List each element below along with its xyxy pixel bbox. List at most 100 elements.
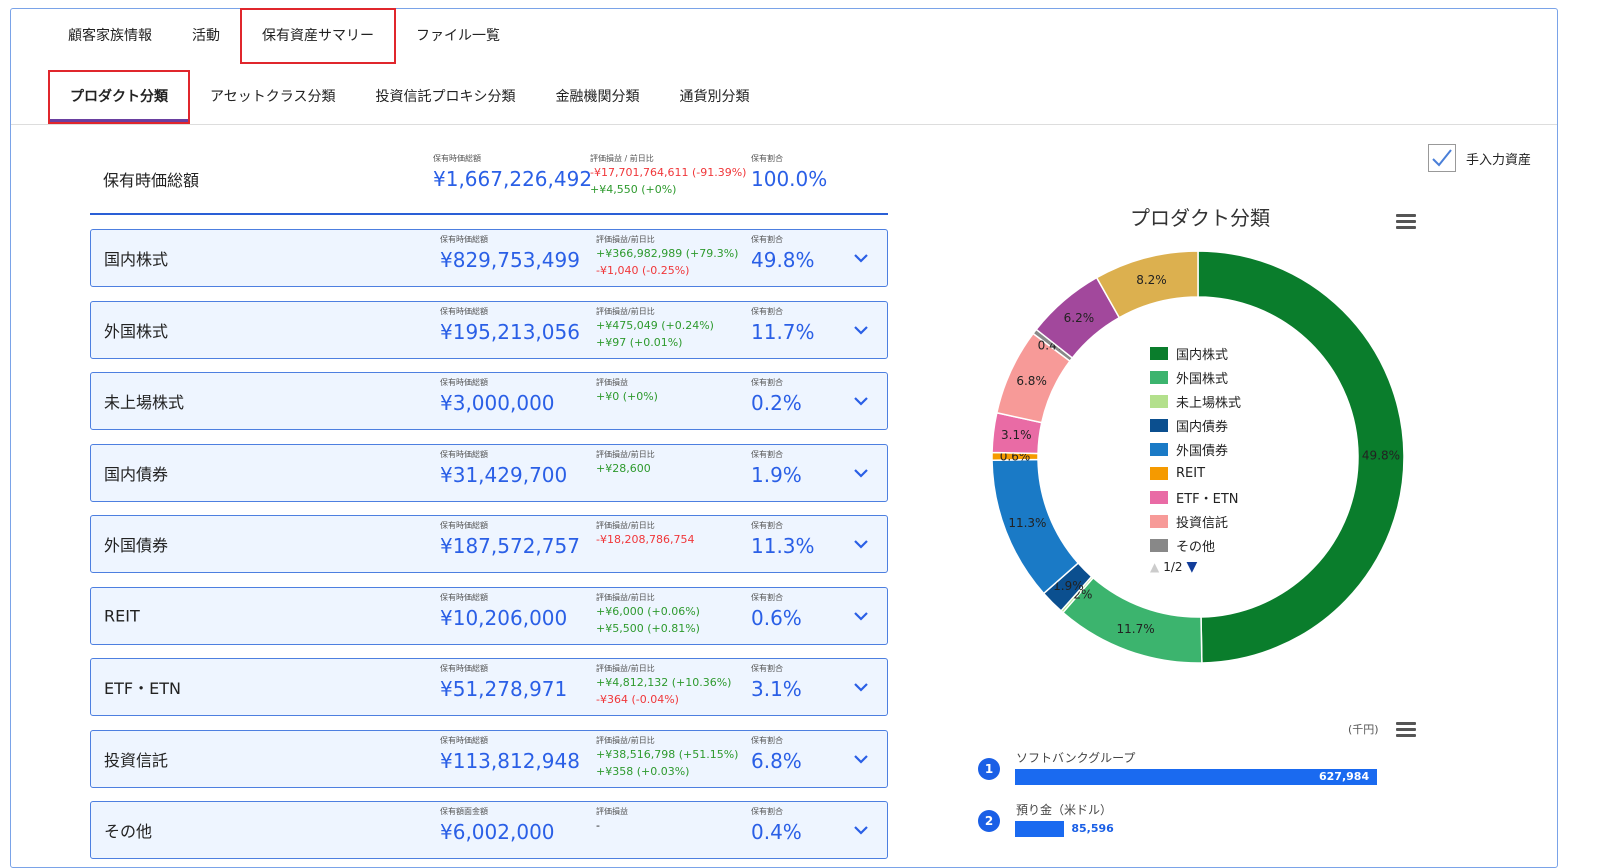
category-name: 国内債券 (104, 464, 169, 484)
rank-badge: 1 (978, 758, 1000, 780)
legend-item[interactable]: 国内債券 (1150, 413, 1241, 437)
tab-1[interactable]: 活動 (172, 8, 240, 64)
amount: ¥829,753,499 (440, 248, 580, 272)
subtab-0[interactable]: プロダクト分類 (48, 70, 190, 124)
chevron-down-icon[interactable] (853, 396, 869, 406)
category-name: 国内株式 (104, 250, 169, 269)
chevron-down-icon[interactable] (853, 825, 869, 835)
bar-name: 預り金（米ドル） (1016, 803, 1113, 817)
rank-badge: 2 (978, 810, 1000, 832)
ratio-label: 保有割合 (751, 664, 783, 673)
chevron-down-icon[interactable] (853, 754, 869, 764)
legend-swatch (1150, 394, 1168, 408)
pl-label: 評価損益/前日比 (596, 306, 655, 316)
bar-chart-menu-icon[interactable] (1396, 722, 1416, 738)
category-row[interactable]: 投資信託 保有時価総額 ¥113,812,948 評価損益/前日比 +¥38,516… (90, 729, 888, 788)
legend-prev-icon[interactable]: ▲ (1150, 560, 1159, 574)
pl-value: +¥38,516,798 (+51.15%) (596, 747, 739, 761)
ratio: 0.4% (751, 820, 802, 844)
amount-label: 保有時価総額 (440, 449, 488, 459)
amount: ¥6,002,000 (440, 820, 555, 844)
ratio-label: 保有割合 (751, 735, 783, 745)
category-row[interactable]: REIT 保有時価総額 ¥10,206,000 評価損益/前日比 +¥6,000 (… (90, 586, 888, 645)
chevron-down-icon[interactable] (853, 468, 869, 478)
legend-swatch (1150, 442, 1168, 456)
chart-title: プロダクト分類 (1130, 206, 1270, 230)
ratio: 3.1% (751, 677, 802, 701)
check-icon (1432, 149, 1452, 167)
legend-item[interactable]: ETF・ETN (1150, 485, 1241, 509)
category-name: 未上場株式 (104, 393, 185, 412)
slice-label: 6.2% (1064, 311, 1095, 325)
amount-label: 保有時価総額 (440, 735, 488, 745)
legend-swatch (1150, 538, 1168, 552)
legend-item[interactable]: 投資信託 (1150, 509, 1241, 533)
category-row[interactable]: 外国債券 保有時価総額 ¥187,572,757 評価損益/前日比 -¥18,208… (90, 515, 888, 573)
bar[interactable] (1015, 821, 1065, 837)
chevron-down-icon[interactable] (853, 325, 869, 335)
category-row[interactable]: ETF・ETN 保有時価総額 ¥51,278,971 評価損益/前日比 +¥4,81… (90, 658, 888, 716)
legend-item[interactable]: 国内株式 (1150, 341, 1241, 365)
tab-3[interactable]: ファイル一覧 (396, 8, 520, 64)
summary-row: 保有時価総額 保有時価総額 ¥1,667,226,492 評価損益 / 前日比 -¥… (90, 145, 888, 215)
manual-asset-checkbox[interactable] (1428, 144, 1456, 172)
chevron-down-icon[interactable] (853, 611, 869, 621)
legend-item[interactable]: 未上場株式 (1150, 389, 1241, 413)
subtab-4[interactable]: 通貨別分類 (659, 70, 769, 124)
legend-next-icon[interactable]: ▼ (1187, 559, 1198, 575)
category-name: REIT (104, 606, 140, 625)
subtab-1[interactable]: アセットクラス分類 (190, 70, 355, 124)
tab-0[interactable]: 顧客家族情報 (48, 8, 172, 64)
category-row[interactable]: 外国株式 保有時価総額 ¥195,213,056 評価損益/前日比 +¥475,04… (90, 300, 888, 359)
chevron-down-icon[interactable] (853, 539, 869, 549)
legend-label: 未上場株式 (1176, 395, 1242, 411)
legend-label: REIT (1176, 465, 1206, 481)
chart-menu-icon[interactable] (1396, 214, 1416, 230)
ratio-label: 保有割合 (751, 807, 783, 816)
pl-label: 評価損益/前日比 (596, 449, 655, 459)
legend-pager: ▲ 1/2 ▼ (1150, 557, 1241, 577)
legend-swatch (1150, 418, 1168, 432)
slice-label: 11.3% (1008, 516, 1046, 530)
category-name: 外国株式 (104, 321, 169, 341)
amount: ¥187,572,757 (440, 534, 580, 558)
legend-item[interactable]: 外国株式 (1150, 365, 1241, 389)
slice-label: 11.7% (1117, 622, 1155, 636)
legend-swatch (1150, 490, 1168, 504)
chevron-down-icon[interactable] (853, 682, 869, 692)
ratio-label: 保有割合 (751, 521, 783, 530)
legend-item[interactable]: 外国債券 (1150, 437, 1241, 461)
manual-asset-toggle[interactable]: 手入力資産 (1428, 144, 1531, 172)
amount: ¥195,213,056 (440, 319, 580, 344)
category-row[interactable]: その他 保有額面金額 ¥6,002,000 評価損益 - 保有割合 0.4% (90, 801, 888, 859)
pl-label: 評価損益/前日比 (596, 592, 655, 602)
category-name: ETF・ETN (104, 679, 181, 698)
category-row[interactable]: 国内株式 保有時価総額 ¥829,753,499 評価損益/前日比 +¥366,98… (90, 229, 888, 287)
pl-value: -¥18,208,786,754 (596, 533, 695, 546)
subtab-3[interactable]: 金融機関分類 (535, 70, 659, 124)
bar-value: 85,596 (1071, 822, 1114, 835)
amount-label: 保有時価総額 (440, 521, 488, 530)
summary-title: 保有時価総額 (103, 171, 200, 190)
legend-item[interactable]: その他 (1150, 533, 1241, 557)
chevron-down-icon[interactable] (853, 253, 869, 263)
tab-2[interactable]: 保有資産サマリー (240, 8, 396, 64)
category-name: その他 (104, 822, 153, 841)
ratio: 6.8% (751, 748, 802, 773)
amount-label: 保有時価総額 (440, 306, 488, 316)
category-row[interactable]: 国内債券 保有時価総額 ¥31,429,700 評価損益/前日比 +¥28,600 … (90, 443, 888, 502)
subtab-2[interactable]: 投資信託プロキシ分類 (355, 70, 535, 124)
slice-label: 6.8% (1016, 374, 1047, 388)
pl-value: -¥364 (-0.04%) (596, 693, 679, 706)
amount-label: 保有額面金額 (440, 807, 488, 816)
legend-swatch (1150, 514, 1168, 528)
pl-value: +¥97 (+0.01%) (596, 335, 683, 349)
pl-value: +¥475,049 (+0.24%) (596, 318, 714, 332)
legend-label: ETF・ETN (1176, 491, 1239, 507)
category-row[interactable]: 未上場株式 保有時価総額 ¥3,000,000 評価損益 +¥0 (+0%) 保有割… (90, 372, 888, 430)
legend-item[interactable]: REIT (1150, 461, 1241, 485)
category-name: 外国債券 (104, 536, 169, 555)
ratio-label: 保有割合 (751, 592, 783, 602)
divider (11, 124, 1557, 125)
pl-value: +¥4,812,132 (+10.36%) (596, 676, 732, 689)
